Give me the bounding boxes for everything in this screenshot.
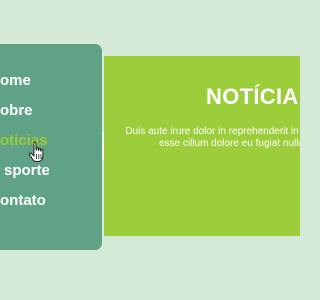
menu-item-label[interactable]: obre [0,100,50,122]
menu-item-contato[interactable]: ontato [0,190,50,220]
menu-item-label[interactable]: ome [0,70,50,92]
menu-item-home[interactable]: ome [0,70,50,100]
menu-divider [102,132,104,160]
panel-text: Duis aute irure dolor in reprehenderit i… [125,126,300,149]
menu-item-suporte[interactable]: sporte [4,160,50,190]
side-menu: ome obre oticias sporte ontato [0,44,102,250]
noticias-panel: NOTÍCIA Duis aute irure dolor in reprehe… [104,56,300,236]
menu-item-label[interactable]: sporte [4,160,50,182]
menu-item-sobre[interactable]: obre [0,100,50,130]
menu-item-label[interactable]: ontato [0,190,50,212]
hand-pointer-icon [28,141,44,162]
panel-title: NOTÍCIA [206,84,299,109]
